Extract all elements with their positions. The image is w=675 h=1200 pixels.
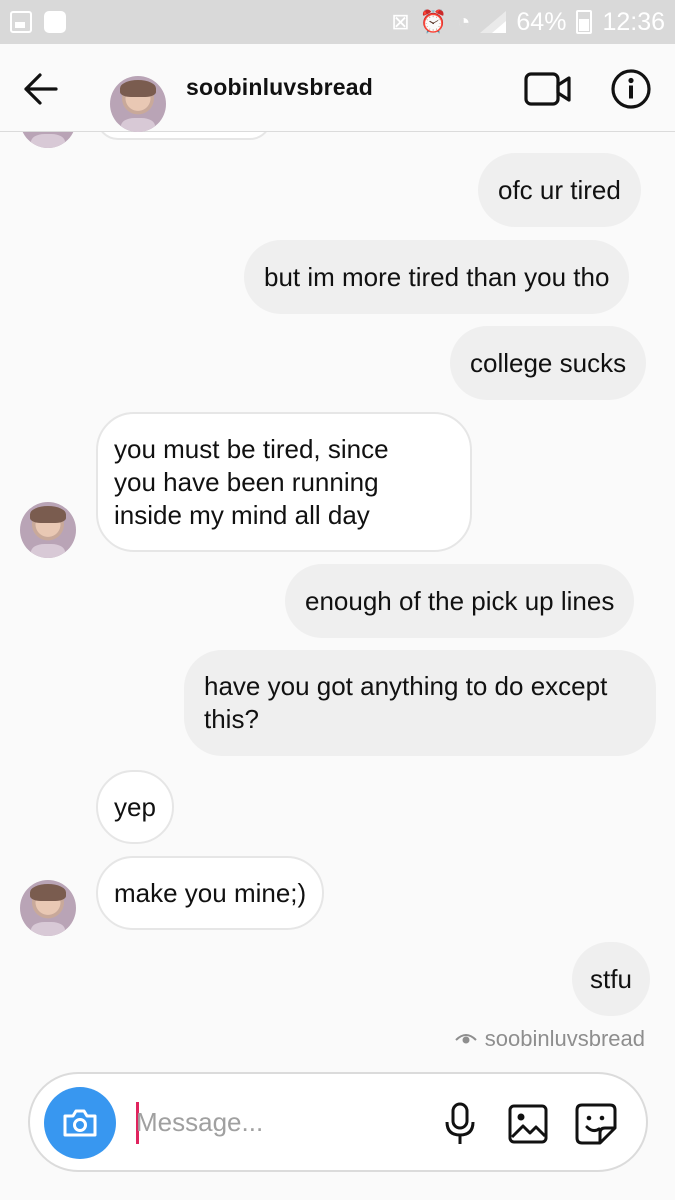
info-button[interactable]	[610, 68, 652, 110]
clock: 12:36	[602, 7, 665, 36]
chat-username[interactable]: soobinluvsbread	[186, 74, 373, 101]
battery-icon	[576, 10, 593, 34]
seen-by-username: soobinluvsbread	[484, 1026, 645, 1051]
message-bubble-outgoing[interactable]: college sucks	[450, 326, 647, 400]
gallery-notification-icon	[10, 11, 32, 33]
message-bubble-incoming[interactable]: yep	[96, 770, 174, 844]
message-text: you must be tired, since you have been r…	[114, 433, 389, 530]
image-icon	[508, 1104, 548, 1144]
message-text: yep	[114, 791, 156, 822]
battery-percent: 64%	[516, 7, 567, 36]
message-bubble-outgoing[interactable]: but im more tired than you tho	[244, 240, 630, 314]
mute-vibrate-icon: ⊠	[391, 9, 410, 34]
message-text: have you got anything to do except this?	[204, 671, 608, 734]
video-camera-icon	[524, 72, 571, 106]
message-bubble-incoming[interactable]: make you mine;)	[96, 856, 325, 930]
eye-icon	[455, 1034, 477, 1044]
wifi-icon: ◔	[457, 9, 471, 34]
message-text: ofc ur tired	[498, 174, 621, 205]
arrow-left-icon	[24, 73, 58, 105]
chat-header: soobinluvsbread	[0, 44, 675, 132]
avatar	[20, 880, 76, 936]
sticker-icon	[575, 1103, 617, 1145]
message-composer	[28, 1072, 648, 1172]
avatar	[20, 502, 76, 558]
status-right: ⊠ ⏰ ◔ 64% 12:36	[391, 8, 665, 37]
message-text: college sucks	[470, 347, 627, 378]
message-bubble-outgoing[interactable]: enough of the pick up lines	[285, 564, 635, 638]
app-notification-icon	[44, 11, 66, 33]
avatar[interactable]	[110, 75, 166, 132]
video-call-button[interactable]	[523, 70, 573, 108]
info-icon	[611, 69, 651, 109]
message-bubble-outgoing[interactable]: ofc ur tired	[478, 153, 641, 227]
voice-message-button[interactable]	[442, 1102, 478, 1146]
seen-indicator: soobinluvsbread	[455, 1026, 645, 1052]
gallery-button[interactable]	[508, 1104, 548, 1144]
microphone-icon	[445, 1102, 475, 1144]
back-button[interactable]	[22, 72, 60, 106]
status-left	[10, 11, 66, 33]
camera-icon	[63, 1109, 97, 1137]
message-bubble-outgoing[interactable]: stfu	[572, 942, 650, 1016]
status-bar: ⊠ ⏰ ◔ 64% 12:36	[0, 0, 675, 44]
alarm-icon: ⏰	[419, 9, 448, 34]
camera-button[interactable]	[44, 1087, 116, 1159]
message-text: make you mine;)	[114, 877, 307, 908]
message-text: but im more tired than you tho	[264, 261, 610, 292]
message-text: enough of the pick up lines	[305, 585, 615, 616]
message-bubble-incoming[interactable]: you must be tired, since you have been r…	[96, 412, 472, 552]
message-bubble-outgoing[interactable]: have you got anything to do except this?	[184, 650, 656, 756]
message-input[interactable]	[136, 1100, 426, 1144]
signal-icon	[480, 11, 507, 33]
sticker-button[interactable]	[574, 1102, 618, 1146]
message-text: stfu	[590, 963, 632, 994]
